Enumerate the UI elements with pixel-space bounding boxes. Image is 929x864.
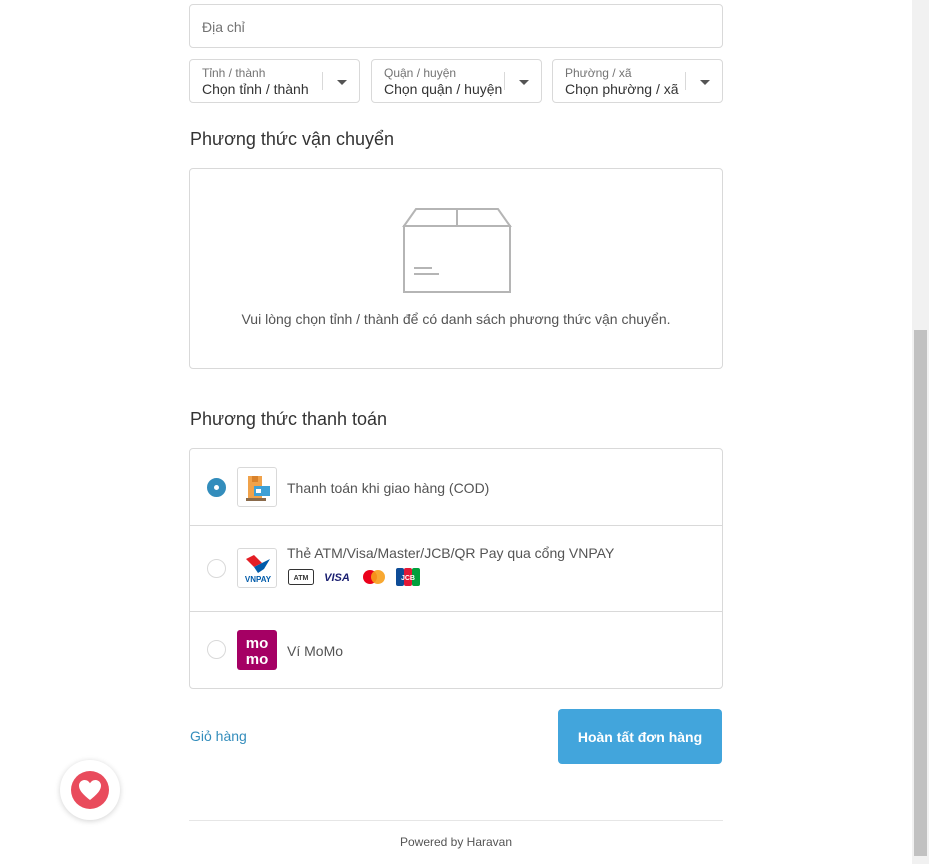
shipping-empty-message: Vui lòng chọn tỉnh / thành để có danh sá… — [241, 311, 671, 327]
shipping-method-panel: Vui lòng chọn tỉnh / thành để có danh sá… — [189, 168, 723, 369]
package-box-icon — [402, 208, 512, 293]
province-label: Tỉnh / thành — [202, 66, 266, 80]
cod-label: Thanh toán khi giao hàng (COD) — [287, 480, 490, 496]
district-select[interactable]: Quận / huyện Chọn quận / huyện — [371, 59, 542, 103]
visa-text: VISA — [324, 572, 350, 584]
complete-order-button[interactable]: Hoàn tất đơn hàng — [558, 709, 722, 764]
scrollbar-thumb[interactable] — [914, 330, 927, 856]
chevron-down-icon — [700, 80, 710, 85]
jcb-icon: JCB — [396, 568, 420, 586]
payment-option-vnpay[interactable]: VNPAY Thẻ ATM/Visa/Master/JCB/QR Pay qua… — [190, 526, 722, 612]
ward-select[interactable]: Phường / xã Chọn phường / xã — [552, 59, 723, 103]
accepted-cards: ATM VISA JCB — [288, 568, 420, 586]
chevron-down-icon — [519, 80, 529, 85]
cod-radio[interactable] — [207, 478, 226, 497]
select-divider — [685, 72, 686, 90]
payment-method-title: Phương thức thanh toán — [190, 409, 388, 429]
district-label: Quận / huyện — [384, 66, 457, 80]
footer-divider — [189, 820, 723, 821]
payment-option-momo[interactable]: mo mo Ví MoMo — [190, 612, 722, 688]
payment-method-list: Thanh toán khi giao hàng (COD) VNPAY Thẻ… — [189, 448, 723, 689]
momo-logo-text-bottom: mo — [246, 651, 269, 668]
address-input[interactable]: Địa chỉ — [189, 4, 723, 48]
chevron-down-icon — [337, 80, 347, 85]
province-value: Chọn tỉnh / thành — [202, 81, 309, 97]
vertical-scrollbar[interactable] — [912, 0, 929, 864]
shipping-method-title: Phương thức vận chuyển — [190, 129, 395, 149]
atm-card-icon: ATM — [288, 569, 314, 585]
vnpay-label: Thẻ ATM/Visa/Master/JCB/QR Pay qua cổng … — [287, 545, 615, 561]
ward-label: Phường / xã — [565, 66, 632, 80]
atm-card-text: ATM — [294, 575, 309, 582]
cart-link[interactable]: Giỏ hàng — [190, 728, 247, 744]
district-value: Chọn quận / huyện — [384, 81, 503, 97]
mastercard-icon — [363, 570, 385, 584]
powered-by-footer: Powered by Haravan — [399, 835, 513, 849]
vnpay-logo-text: VNPAY — [245, 575, 272, 584]
momo-radio[interactable] — [207, 640, 226, 659]
momo-logo: mo mo — [237, 630, 277, 670]
heart-icon — [79, 780, 101, 800]
select-divider — [504, 72, 505, 90]
province-select[interactable]: Tỉnh / thành Chọn tỉnh / thành — [189, 59, 360, 103]
jcb-text: JCB — [401, 575, 415, 582]
vnpay-logo: VNPAY — [237, 548, 277, 588]
heart-icon-bg — [71, 771, 109, 809]
cod-icon — [237, 467, 277, 507]
vnpay-radio[interactable] — [207, 559, 226, 578]
momo-logo-text-top: mo — [246, 635, 269, 652]
address-placeholder: Địa chỉ — [202, 19, 245, 35]
momo-label: Ví MoMo — [287, 643, 344, 659]
wishlist-heart-button[interactable] — [60, 760, 120, 820]
select-divider — [322, 72, 323, 90]
visa-icon: VISA — [324, 572, 350, 584]
ward-value: Chọn phường / xã — [565, 81, 679, 97]
payment-option-cod[interactable]: Thanh toán khi giao hàng (COD) — [190, 449, 722, 526]
